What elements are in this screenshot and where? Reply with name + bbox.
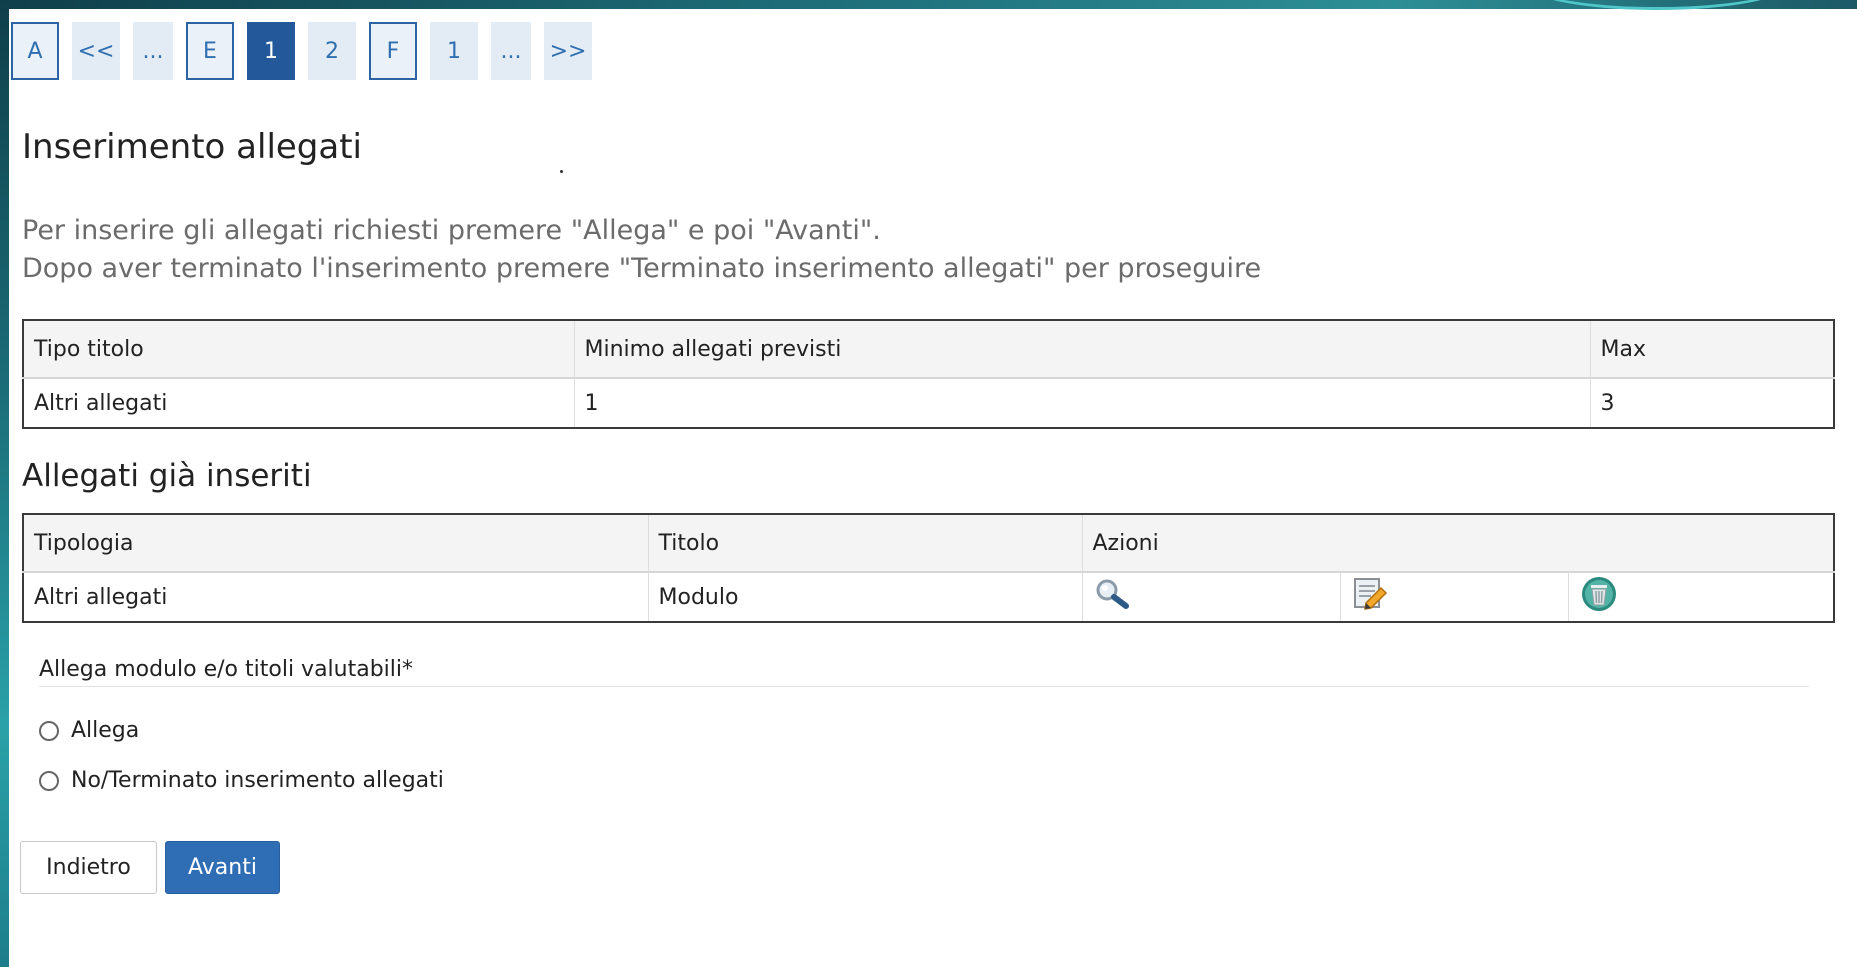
pager-item-f[interactable]: F [369, 22, 417, 80]
pager-ellipsis[interactable]: ... [133, 22, 173, 80]
pager-item-active[interactable]: 1 [247, 22, 295, 80]
intro-line-2: Dopo aver terminato l'inserimento premer… [22, 253, 1262, 284]
table-row: Altri allegati 1 3 [23, 378, 1834, 428]
attach-field-label: Allega modulo e/o titoli valutabili* [39, 657, 414, 682]
pager-item-2[interactable]: 2 [308, 22, 356, 80]
requirements-table: Tipo titolo Minimo allegati previsti Max… [22, 319, 1835, 429]
pager-item-1b[interactable]: 1 [430, 22, 478, 80]
intro-text: Per inserire gli allegati richiesti prem… [22, 212, 1261, 288]
field-divider [39, 686, 1809, 687]
col-header-max: Max [1589, 320, 1834, 379]
cell-action-edit [1339, 572, 1568, 622]
table-header-row: Tipo titolo Minimo allegati previsti Max [23, 320, 1834, 379]
col-header-tipologia: Tipologia [23, 514, 648, 573]
radio-allega-input[interactable] [39, 720, 59, 741]
table-header-row: Tipologia Titolo Azioni [23, 514, 1834, 573]
col-header-titolo: Titolo [647, 514, 1082, 573]
col-header-tipo-titolo: Tipo titolo [23, 320, 574, 379]
attached-table: Tipologia Titolo Azioni Altri allegati M… [22, 513, 1835, 623]
cell-tipo-titolo: Altri allegati [23, 378, 574, 428]
radio-terminato[interactable]: No/Terminato inserimento allegati [39, 768, 444, 793]
cell-max: 3 [1589, 378, 1834, 428]
delete-icon[interactable] [1579, 575, 1619, 619]
page-title: Inserimento allegati [22, 127, 362, 167]
pager-first[interactable]: << [72, 22, 120, 80]
pager-ellipsis-2[interactable]: ... [491, 22, 531, 80]
cell-action-delete [1567, 572, 1834, 622]
col-header-minimo: Minimo allegati previsti [573, 320, 1590, 379]
back-button[interactable]: Indietro [20, 841, 157, 894]
pagination: A << ... E 1 2 F 1 ... >> [11, 22, 605, 80]
stray-dot [560, 170, 563, 173]
radio-terminato-label: No/Terminato inserimento allegati [71, 768, 444, 793]
view-icon[interactable] [1093, 577, 1131, 617]
radio-terminato-input[interactable] [39, 770, 59, 791]
edit-icon[interactable] [1351, 576, 1389, 618]
col-header-azioni: Azioni [1081, 514, 1834, 573]
next-button[interactable]: Avanti [165, 841, 280, 894]
radio-allega-label: Allega [71, 718, 140, 743]
pager-last[interactable]: >> [544, 22, 592, 80]
section-title-attached: Allegati già inseriti [22, 458, 312, 494]
table-row: Altri allegati Modulo [23, 572, 1834, 622]
slide-frame-left [0, 0, 9, 967]
pager-item-e[interactable]: E [186, 22, 234, 80]
pager-item-a[interactable]: A [11, 22, 59, 80]
cell-titolo: Modulo [647, 572, 1082, 622]
cell-action-view [1081, 572, 1340, 622]
intro-line-1: Per inserire gli allegati richiesti prem… [22, 215, 881, 246]
radio-allega[interactable]: Allega [39, 718, 139, 743]
cell-tipologia: Altri allegati [23, 572, 648, 622]
cell-minimo: 1 [573, 378, 1590, 428]
